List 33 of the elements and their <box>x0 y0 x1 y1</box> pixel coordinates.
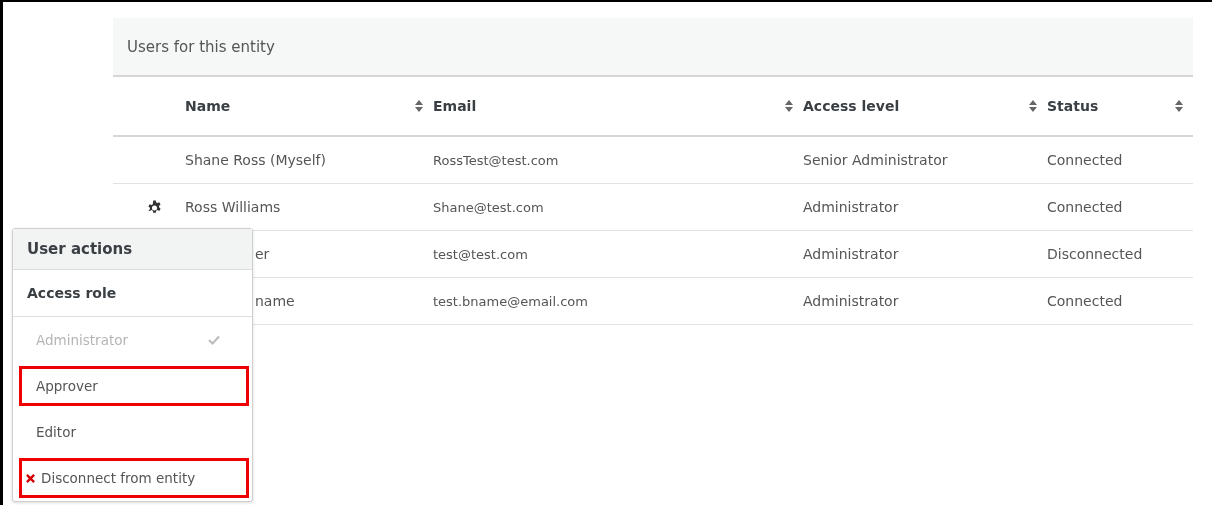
table-cell: Administrator <box>803 293 899 309</box>
column-header[interactable]: Name <box>185 98 231 114</box>
sort-icon[interactable] <box>1029 100 1037 112</box>
menu-item[interactable]: Approver <box>19 366 249 406</box>
table-cell: Connected <box>1047 199 1123 215</box>
table-cell: Connected <box>1047 293 1123 309</box>
section-label: Access role <box>27 285 117 301</box>
table-cell: test.bname@email.com <box>433 294 588 309</box>
table-cell: test@test.com <box>433 247 528 262</box>
column-header[interactable]: Access level <box>803 98 900 114</box>
sort-icon[interactable] <box>785 100 793 112</box>
table-cell-text: name <box>254 293 295 309</box>
table-cell: Shane@test.com <box>433 200 544 215</box>
column-header[interactable]: Email <box>433 98 477 114</box>
table-cell: Senior Administrator <box>803 152 948 168</box>
checkmark-icon <box>208 335 220 345</box>
table-cell: Shane Ross (Myself) <box>185 152 326 168</box>
table-cell: RossTest@test.com <box>433 153 559 168</box>
column-header[interactable]: Status <box>1047 98 1099 114</box>
table-cell: Ross Williams <box>185 199 281 215</box>
panel-title: Users for this entity <box>127 37 275 56</box>
sort-icon[interactable] <box>415 100 423 112</box>
close-icon <box>26 473 35 483</box>
sort-icon[interactable] <box>1175 100 1183 112</box>
table-cell: Administrator <box>803 199 899 215</box>
menu-title: User actions <box>27 240 133 258</box>
table-cell: Disconnected <box>1047 246 1143 262</box>
menu-item[interactable]: Disconnect from entity <box>19 458 249 498</box>
table-cell: Administrator <box>803 246 899 262</box>
menu-item[interactable]: Editor <box>19 412 249 452</box>
table-cell-text: er <box>254 246 270 262</box>
settings-icon[interactable] <box>146 199 162 215</box>
table-cell: Connected <box>1047 152 1123 168</box>
